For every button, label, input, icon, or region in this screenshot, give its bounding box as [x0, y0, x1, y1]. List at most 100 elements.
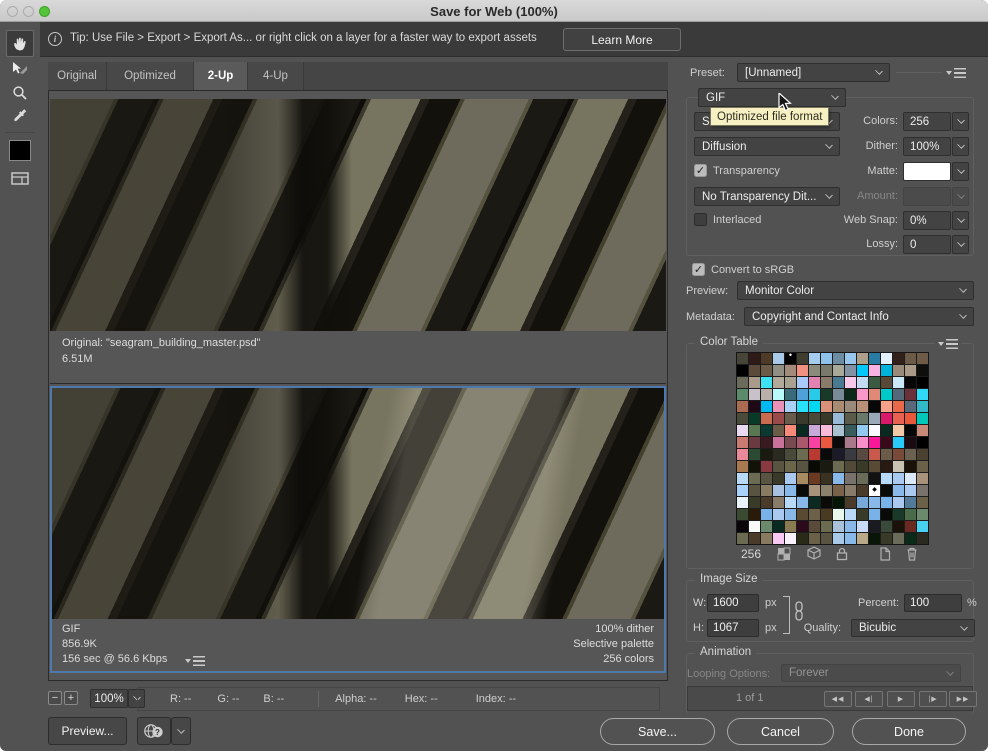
- color-swatch[interactable]: [893, 461, 904, 472]
- color-swatch[interactable]: [917, 377, 928, 388]
- websnap-stepper-button[interactable]: [952, 211, 969, 230]
- matte-color-swatch[interactable]: [903, 162, 951, 181]
- cancel-button[interactable]: Cancel: [727, 718, 834, 745]
- color-swatch[interactable]: [785, 485, 796, 496]
- preview-button[interactable]: Preview...: [48, 717, 127, 745]
- color-swatch[interactable]: [773, 377, 784, 388]
- color-swatch[interactable]: [869, 389, 880, 400]
- colors-stepper-button[interactable]: [952, 112, 969, 131]
- color-swatch[interactable]: [821, 401, 832, 412]
- color-swatch[interactable]: [785, 389, 796, 400]
- color-swatch[interactable]: [881, 533, 892, 544]
- optimize-menu-icon[interactable]: [946, 67, 966, 78]
- color-swatch[interactable]: [773, 401, 784, 412]
- color-swatch[interactable]: [761, 389, 772, 400]
- color-swatch[interactable]: [737, 401, 748, 412]
- color-swatch[interactable]: [785, 473, 796, 484]
- color-swatch[interactable]: [809, 353, 820, 364]
- interlaced-checkbox[interactable]: [694, 213, 707, 226]
- color-swatch[interactable]: [809, 521, 820, 532]
- color-swatch[interactable]: [833, 437, 844, 448]
- map-transparency-button[interactable]: [776, 546, 794, 562]
- color-swatch[interactable]: [917, 497, 928, 508]
- transparency-dither-dropdown[interactable]: No Transparency Dit...: [694, 187, 840, 206]
- color-swatch[interactable]: [845, 413, 856, 424]
- color-swatch[interactable]: [905, 449, 916, 460]
- color-swatch[interactable]: [869, 533, 880, 544]
- slice-select-tool[interactable]: [7, 59, 33, 79]
- color-swatch[interactable]: [857, 449, 868, 460]
- color-swatch[interactable]: [737, 437, 748, 448]
- color-swatch[interactable]: [773, 461, 784, 472]
- color-swatch[interactable]: [773, 485, 784, 496]
- color-swatch[interactable]: [737, 365, 748, 376]
- color-swatch[interactable]: [785, 461, 796, 472]
- color-swatch[interactable]: [881, 521, 892, 532]
- done-button[interactable]: Done: [852, 718, 966, 745]
- color-swatch[interactable]: [917, 485, 928, 496]
- delete-color-button[interactable]: [904, 546, 922, 562]
- color-swatch[interactable]: [737, 497, 748, 508]
- color-swatch[interactable]: [785, 353, 796, 364]
- color-swatch[interactable]: [797, 389, 808, 400]
- color-swatch[interactable]: [893, 437, 904, 448]
- color-swatch[interactable]: [857, 437, 868, 448]
- color-swatch[interactable]: [869, 353, 880, 364]
- color-swatch[interactable]: [773, 449, 784, 460]
- color-swatch[interactable]: [749, 413, 760, 424]
- color-swatch[interactable]: [905, 389, 916, 400]
- color-swatch[interactable]: [869, 413, 880, 424]
- color-swatch[interactable]: [749, 389, 760, 400]
- color-swatch[interactable]: [869, 497, 880, 508]
- color-swatch[interactable]: [833, 413, 844, 424]
- color-swatch[interactable]: [749, 377, 760, 388]
- color-swatch[interactable]: [833, 377, 844, 388]
- color-swatch[interactable]: [797, 473, 808, 484]
- color-swatch[interactable]: [749, 365, 760, 376]
- color-swatch[interactable]: [797, 497, 808, 508]
- color-swatch[interactable]: [869, 449, 880, 460]
- color-swatch[interactable]: [737, 521, 748, 532]
- color-swatch[interactable]: [821, 497, 832, 508]
- tab-optimized[interactable]: Optimized: [107, 62, 194, 90]
- color-swatch[interactable]: [809, 365, 820, 376]
- color-swatch[interactable]: [797, 437, 808, 448]
- zoom-out-button[interactable]: −: [48, 691, 62, 705]
- color-swatch[interactable]: [917, 509, 928, 520]
- width-field[interactable]: 1600: [707, 594, 759, 612]
- color-swatch[interactable]: [833, 533, 844, 544]
- color-swatch[interactable]: [917, 437, 928, 448]
- color-swatch[interactable]: [749, 521, 760, 532]
- color-swatch[interactable]: [773, 497, 784, 508]
- color-swatch[interactable]: [905, 533, 916, 544]
- color-swatch[interactable]: [881, 449, 892, 460]
- color-swatch[interactable]: [869, 401, 880, 412]
- color-swatch[interactable]: [761, 497, 772, 508]
- tab-original[interactable]: Original: [48, 62, 107, 90]
- color-swatch[interactable]: [773, 533, 784, 544]
- color-swatch[interactable]: [881, 461, 892, 472]
- color-swatch[interactable]: [821, 413, 832, 424]
- color-swatch[interactable]: [761, 377, 772, 388]
- color-swatch[interactable]: [905, 473, 916, 484]
- color-swatch[interactable]: [905, 365, 916, 376]
- color-swatch[interactable]: [917, 401, 928, 412]
- color-swatch[interactable]: [905, 461, 916, 472]
- color-swatch[interactable]: [905, 413, 916, 424]
- color-swatch[interactable]: [821, 509, 832, 520]
- color-swatch[interactable]: [821, 365, 832, 376]
- color-swatch[interactable]: [893, 401, 904, 412]
- color-swatch[interactable]: [917, 461, 928, 472]
- color-swatch[interactable]: [869, 377, 880, 388]
- color-swatch[interactable]: [761, 461, 772, 472]
- browser-select-dropdown-button[interactable]: [171, 717, 191, 745]
- color-swatch[interactable]: [773, 365, 784, 376]
- color-swatch[interactable]: [797, 413, 808, 424]
- color-swatch[interactable]: [773, 353, 784, 364]
- color-table-menu-icon[interactable]: [935, 338, 961, 349]
- color-swatch[interactable]: [917, 533, 928, 544]
- percent-field[interactable]: 100: [904, 594, 962, 612]
- dither-stepper-button[interactable]: [952, 137, 969, 156]
- optimized-preview-image[interactable]: [52, 388, 664, 619]
- color-swatch[interactable]: [785, 521, 796, 532]
